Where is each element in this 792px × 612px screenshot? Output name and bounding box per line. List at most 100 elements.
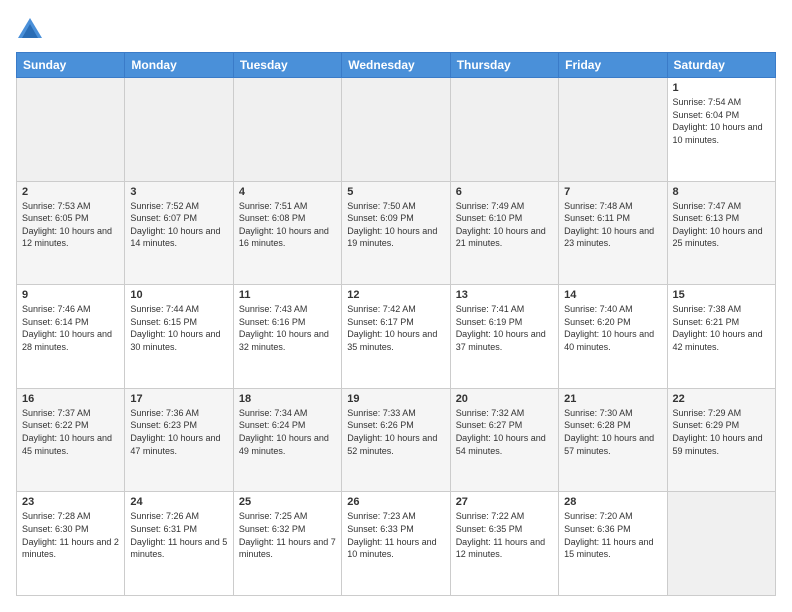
day-cell: 16 Sunrise: 7:37 AMSunset: 6:22 PMDayligh… — [17, 388, 125, 492]
calendar: SundayMondayTuesdayWednesdayThursdayFrid… — [16, 52, 776, 596]
day-cell: 23 Sunrise: 7:28 AMSunset: 6:30 PMDayligh… — [17, 492, 125, 596]
day-info: Sunrise: 7:30 AMSunset: 6:28 PMDaylight:… — [564, 407, 661, 457]
day-cell: 24Sunrise: 7:26 AMSunset: 6:31 PMDayligh… — [125, 492, 233, 596]
day-cell: 19 Sunrise: 7:33 AMSunset: 6:26 PMDayligh… — [342, 388, 450, 492]
day-cell: 12 Sunrise: 7:42 AMSunset: 6:17 PMDayligh… — [342, 285, 450, 389]
day-number: 1 — [673, 82, 770, 94]
day-number: 13 — [456, 289, 553, 301]
day-cell: 27Sunrise: 7:22 AMSunset: 6:35 PMDayligh… — [450, 492, 558, 596]
day-info: Sunrise: 7:28 AMSunset: 6:30 PMDaylight:… — [22, 510, 119, 560]
col-header-tuesday: Tuesday — [233, 53, 341, 78]
day-cell: 11 Sunrise: 7:43 AMSunset: 6:16 PMDayligh… — [233, 285, 341, 389]
day-cell — [667, 492, 775, 596]
day-cell: 2 Sunrise: 7:53 AMSunset: 6:05 PMDaylight… — [17, 181, 125, 285]
day-cell — [342, 78, 450, 182]
day-info: Sunrise: 7:38 AMSunset: 6:21 PMDaylight:… — [673, 303, 770, 353]
day-info: Sunrise: 7:25 AMSunset: 6:32 PMDaylight:… — [239, 510, 336, 560]
logo-icon — [16, 16, 44, 44]
day-number: 23 — [22, 496, 119, 508]
day-number: 12 — [347, 289, 444, 301]
day-number: 2 — [22, 186, 119, 198]
day-cell: 25 Sunrise: 7:25 AMSunset: 6:32 PMDayligh… — [233, 492, 341, 596]
day-info: Sunrise: 7:46 AMSunset: 6:14 PMDaylight:… — [22, 303, 119, 353]
day-cell: 1 Sunrise: 7:54 AMSunset: 6:04 PMDaylight… — [667, 78, 775, 182]
day-number: 4 — [239, 186, 336, 198]
day-number: 25 — [239, 496, 336, 508]
col-header-friday: Friday — [559, 53, 667, 78]
day-cell: 28 Sunrise: 7:20 AMSunset: 6:36 PMDayligh… — [559, 492, 667, 596]
week-row-5: 23 Sunrise: 7:28 AMSunset: 6:30 PMDayligh… — [17, 492, 776, 596]
day-number: 26 — [347, 496, 444, 508]
day-cell: 6 Sunrise: 7:49 AMSunset: 6:10 PMDaylight… — [450, 181, 558, 285]
day-cell: 14 Sunrise: 7:40 AMSunset: 6:20 PMDayligh… — [559, 285, 667, 389]
day-number: 22 — [673, 393, 770, 405]
day-info: Sunrise: 7:51 AMSunset: 6:08 PMDaylight:… — [239, 200, 336, 250]
day-number: 21 — [564, 393, 661, 405]
day-number: 15 — [673, 289, 770, 301]
week-row-3: 9 Sunrise: 7:46 AMSunset: 6:14 PMDaylight… — [17, 285, 776, 389]
day-number: 17 — [130, 393, 227, 405]
day-info: Sunrise: 7:32 AMSunset: 6:27 PMDaylight:… — [456, 407, 553, 457]
day-info: Sunrise: 7:40 AMSunset: 6:20 PMDaylight:… — [564, 303, 661, 353]
day-cell: 7 Sunrise: 7:48 AMSunset: 6:11 PMDaylight… — [559, 181, 667, 285]
day-cell: 10 Sunrise: 7:44 AMSunset: 6:15 PMDayligh… — [125, 285, 233, 389]
day-number: 5 — [347, 186, 444, 198]
day-info: Sunrise: 7:23 AMSunset: 6:33 PMDaylight:… — [347, 510, 444, 560]
week-row-4: 16 Sunrise: 7:37 AMSunset: 6:22 PMDayligh… — [17, 388, 776, 492]
logo — [16, 16, 48, 44]
day-number: 27 — [456, 496, 553, 508]
day-cell: 17 Sunrise: 7:36 AMSunset: 6:23 PMDayligh… — [125, 388, 233, 492]
day-info: Sunrise: 7:41 AMSunset: 6:19 PMDaylight:… — [456, 303, 553, 353]
day-info: Sunrise: 7:37 AMSunset: 6:22 PMDaylight:… — [22, 407, 119, 457]
day-number: 20 — [456, 393, 553, 405]
day-info: Sunrise: 7:20 AMSunset: 6:36 PMDaylight:… — [564, 510, 661, 560]
day-info: Sunrise: 7:48 AMSunset: 6:11 PMDaylight:… — [564, 200, 661, 250]
day-info: Sunrise: 7:49 AMSunset: 6:10 PMDaylight:… — [456, 200, 553, 250]
day-cell — [17, 78, 125, 182]
day-cell: 3 Sunrise: 7:52 AMSunset: 6:07 PMDaylight… — [125, 181, 233, 285]
page: SundayMondayTuesdayWednesdayThursdayFrid… — [0, 0, 792, 612]
day-cell: 15 Sunrise: 7:38 AMSunset: 6:21 PMDayligh… — [667, 285, 775, 389]
day-number: 9 — [22, 289, 119, 301]
day-cell: 21 Sunrise: 7:30 AMSunset: 6:28 PMDayligh… — [559, 388, 667, 492]
day-cell: 4 Sunrise: 7:51 AMSunset: 6:08 PMDaylight… — [233, 181, 341, 285]
day-info: Sunrise: 7:44 AMSunset: 6:15 PMDaylight:… — [130, 303, 227, 353]
day-info: Sunrise: 7:29 AMSunset: 6:29 PMDaylight:… — [673, 407, 770, 457]
day-info: Sunrise: 7:54 AMSunset: 6:04 PMDaylight:… — [673, 96, 770, 146]
day-number: 19 — [347, 393, 444, 405]
day-number: 7 — [564, 186, 661, 198]
day-info: Sunrise: 7:53 AMSunset: 6:05 PMDaylight:… — [22, 200, 119, 250]
day-info: Sunrise: 7:52 AMSunset: 6:07 PMDaylight:… — [130, 200, 227, 250]
day-number: 8 — [673, 186, 770, 198]
header-row: SundayMondayTuesdayWednesdayThursdayFrid… — [17, 53, 776, 78]
col-header-saturday: Saturday — [667, 53, 775, 78]
header — [16, 16, 776, 44]
day-number: 16 — [22, 393, 119, 405]
day-number: 18 — [239, 393, 336, 405]
day-info: Sunrise: 7:47 AMSunset: 6:13 PMDaylight:… — [673, 200, 770, 250]
day-cell — [125, 78, 233, 182]
day-number: 6 — [456, 186, 553, 198]
day-number: 14 — [564, 289, 661, 301]
day-info: Sunrise: 7:26 AMSunset: 6:31 PMDaylight:… — [130, 510, 227, 560]
col-header-thursday: Thursday — [450, 53, 558, 78]
day-info: Sunrise: 7:42 AMSunset: 6:17 PMDaylight:… — [347, 303, 444, 353]
day-cell: 26 Sunrise: 7:23 AMSunset: 6:33 PMDayligh… — [342, 492, 450, 596]
day-cell: 20 Sunrise: 7:32 AMSunset: 6:27 PMDayligh… — [450, 388, 558, 492]
day-info: Sunrise: 7:36 AMSunset: 6:23 PMDaylight:… — [130, 407, 227, 457]
week-row-2: 2 Sunrise: 7:53 AMSunset: 6:05 PMDaylight… — [17, 181, 776, 285]
day-cell — [233, 78, 341, 182]
day-cell: 5 Sunrise: 7:50 AMSunset: 6:09 PMDaylight… — [342, 181, 450, 285]
col-header-monday: Monday — [125, 53, 233, 78]
day-cell — [559, 78, 667, 182]
day-number: 10 — [130, 289, 227, 301]
day-info: Sunrise: 7:33 AMSunset: 6:26 PMDaylight:… — [347, 407, 444, 457]
day-number: 11 — [239, 289, 336, 301]
day-info: Sunrise: 7:50 AMSunset: 6:09 PMDaylight:… — [347, 200, 444, 250]
day-number: 3 — [130, 186, 227, 198]
day-info: Sunrise: 7:43 AMSunset: 6:16 PMDaylight:… — [239, 303, 336, 353]
col-header-sunday: Sunday — [17, 53, 125, 78]
day-cell: 9 Sunrise: 7:46 AMSunset: 6:14 PMDaylight… — [17, 285, 125, 389]
day-cell: 8 Sunrise: 7:47 AMSunset: 6:13 PMDaylight… — [667, 181, 775, 285]
day-number: 28 — [564, 496, 661, 508]
